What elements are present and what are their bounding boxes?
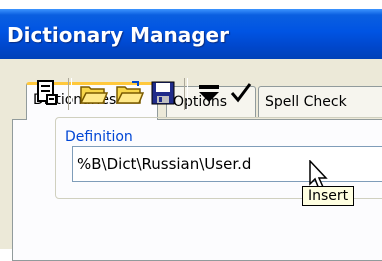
insert-button[interactable] xyxy=(194,78,224,108)
insert-icon xyxy=(199,85,219,102)
toolbar-separator xyxy=(184,78,188,110)
open-folder-button[interactable] xyxy=(114,78,145,108)
page-caption-fragment xyxy=(0,0,382,9)
open-button[interactable] xyxy=(78,78,109,108)
apply-button[interactable] xyxy=(226,78,256,108)
save-icon xyxy=(151,81,175,105)
toolbar-separator xyxy=(68,78,72,110)
insert-tooltip: Insert xyxy=(302,186,355,206)
check-icon xyxy=(230,83,252,103)
dictionary-path-field[interactable]: %B\Dict\Russian\User.d xyxy=(72,146,382,182)
save-button[interactable] xyxy=(148,78,178,108)
properties-button[interactable] xyxy=(32,78,62,108)
properties-icon xyxy=(37,80,57,105)
dictionary-toolbar xyxy=(24,74,382,114)
window-title: Dictionary Manager xyxy=(7,23,229,47)
open-folder-icon xyxy=(79,86,109,104)
open-folder-icon xyxy=(115,81,145,104)
title-bar[interactable]: Dictionary Manager xyxy=(0,9,382,59)
definition-group-label: Definition xyxy=(63,129,135,145)
